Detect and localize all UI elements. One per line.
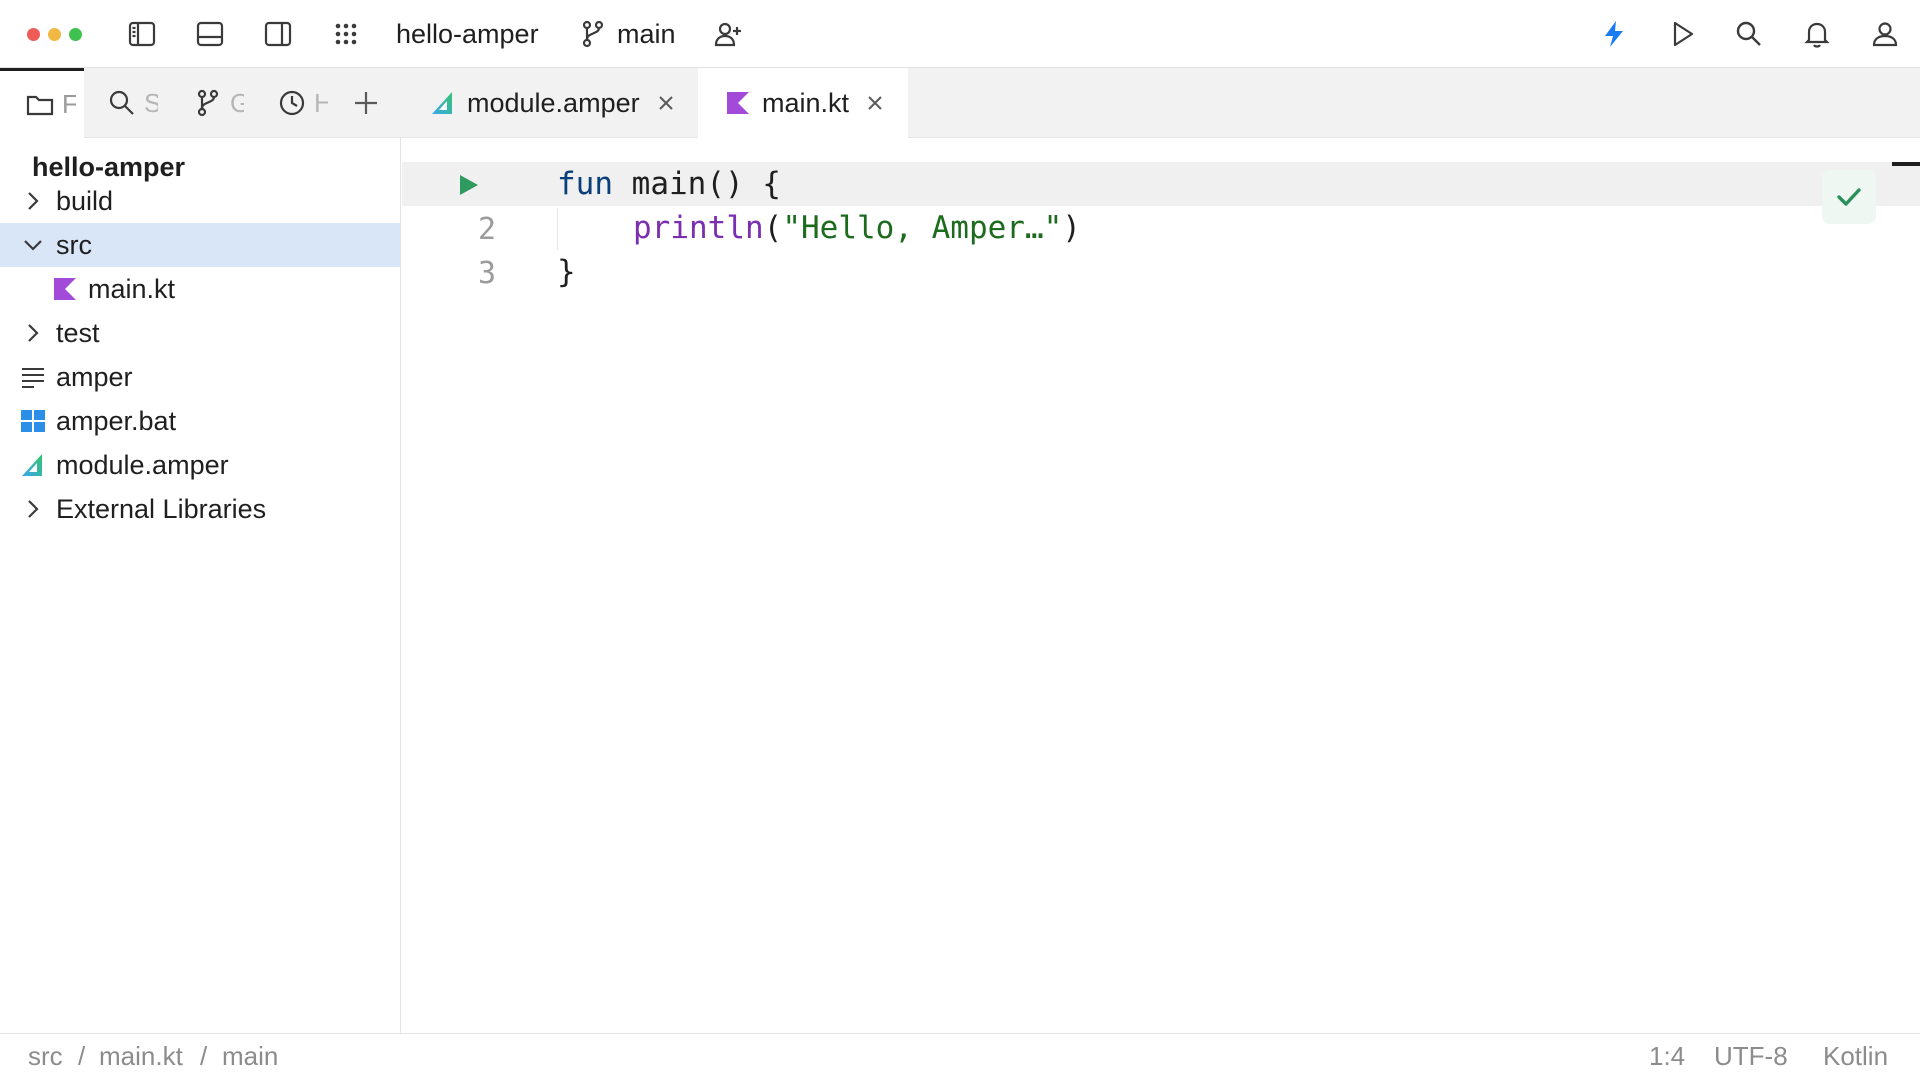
tab-label: main.kt bbox=[762, 87, 850, 118]
tree-item-external-libraries[interactable]: External Libraries bbox=[0, 487, 400, 531]
tree-item-label: External Libraries bbox=[56, 493, 267, 524]
tab-search[interactable]: S bbox=[106, 68, 166, 138]
chevron-right-icon[interactable] bbox=[18, 186, 48, 216]
code-editor[interactable]: 2 3 fun main() { println("Hello, Amper…"… bbox=[402, 138, 1920, 1033]
tab-label: module.amper bbox=[467, 87, 640, 118]
git-icon bbox=[197, 89, 219, 117]
right-panel-icon[interactable] bbox=[258, 14, 298, 54]
tab-git-label: G bbox=[230, 87, 244, 118]
file-language[interactable]: Kotlin bbox=[1823, 1041, 1888, 1072]
amper-icon bbox=[429, 89, 457, 117]
close-window-button[interactable] bbox=[27, 28, 40, 41]
tree-item-src[interactable]: src bbox=[0, 223, 400, 267]
tab-git[interactable]: G bbox=[192, 68, 252, 138]
windows-icon bbox=[18, 406, 48, 436]
editor-tabs: module.amper main.kt bbox=[401, 68, 1920, 138]
amper-icon bbox=[18, 450, 48, 480]
add-tool-tab-button[interactable] bbox=[350, 68, 390, 138]
title-bar: hello-amper main bbox=[0, 0, 1920, 68]
left-panel-icon[interactable] bbox=[122, 14, 162, 54]
code-text: } bbox=[557, 254, 576, 290]
inspection-status-button[interactable] bbox=[1822, 170, 1876, 224]
bell-icon[interactable] bbox=[1797, 14, 1837, 54]
tree-item-main-kt[interactable]: main.kt bbox=[0, 267, 400, 311]
line-number: 3 bbox=[477, 256, 496, 291]
tree-item-label: src bbox=[56, 229, 92, 260]
tab-search-label: S bbox=[144, 87, 158, 118]
code-text: ) bbox=[1062, 210, 1081, 246]
tree-item-amper-bat[interactable]: amper.bat bbox=[0, 399, 400, 443]
chevron-right-icon[interactable] bbox=[18, 494, 48, 524]
code-text: main() { bbox=[613, 166, 781, 202]
line-number: 2 bbox=[477, 212, 496, 247]
checkmark-icon bbox=[1837, 188, 1861, 206]
breadcrumb-separator: / bbox=[78, 1041, 86, 1071]
folder-icon bbox=[26, 95, 54, 115]
tool-window-tabs: F S G H bbox=[0, 68, 401, 138]
scroll-marker bbox=[1892, 162, 1920, 166]
string-literal: "Hello, Amper…" bbox=[782, 210, 1063, 246]
tree-item-module-amper[interactable]: module.amper bbox=[0, 443, 400, 487]
tree-item-label: amper.bat bbox=[56, 405, 177, 436]
minimize-window-button[interactable] bbox=[48, 28, 61, 41]
tab-main-kt[interactable]: main.kt bbox=[698, 68, 908, 138]
project-panel: hello-amper build src main.kt test amper… bbox=[0, 138, 401, 1033]
breadcrumb-src[interactable]: src bbox=[28, 1041, 63, 1072]
tree-item-label: main.kt bbox=[88, 273, 176, 304]
bottom-panel-icon[interactable] bbox=[190, 14, 230, 54]
clock-icon bbox=[279, 90, 305, 116]
zoom-window-button[interactable] bbox=[69, 28, 82, 41]
run-icon[interactable] bbox=[1662, 14, 1702, 54]
kotlin-file-icon bbox=[724, 89, 752, 117]
code-line-2[interactable]: println("Hello, Amper…") bbox=[557, 206, 1081, 250]
breadcrumb-function[interactable]: main bbox=[222, 1041, 278, 1072]
chevron-right-icon[interactable] bbox=[18, 318, 48, 348]
user-icon[interactable] bbox=[1865, 14, 1905, 54]
chevron-down-icon[interactable] bbox=[18, 230, 48, 260]
code-line-1[interactable]: fun main() { bbox=[557, 162, 781, 206]
code-text: ( bbox=[763, 210, 783, 246]
caret-position[interactable]: 1:4 bbox=[1649, 1041, 1685, 1072]
function-call: println bbox=[633, 210, 764, 246]
tab-files[interactable]: F bbox=[0, 68, 84, 138]
close-icon[interactable] bbox=[863, 91, 887, 115]
tree-item-label: amper bbox=[56, 361, 133, 392]
tab-files-label: F bbox=[62, 89, 76, 120]
add-user-icon[interactable] bbox=[708, 14, 748, 54]
tree-item-amper[interactable]: amper bbox=[0, 355, 400, 399]
tab-history-label: H bbox=[314, 87, 328, 118]
search-icon bbox=[109, 90, 134, 115]
run-gutter-icon[interactable] bbox=[454, 171, 482, 199]
breadcrumb-file[interactable]: main.kt bbox=[99, 1041, 183, 1072]
tree-item-build[interactable]: build bbox=[0, 179, 400, 223]
plus-icon bbox=[355, 92, 377, 114]
tab-history[interactable]: H bbox=[276, 68, 336, 138]
search-icon[interactable] bbox=[1729, 14, 1769, 54]
apps-grid-icon[interactable] bbox=[326, 14, 366, 54]
bolt-icon[interactable] bbox=[1594, 14, 1634, 54]
file-encoding[interactable]: UTF-8 bbox=[1714, 1041, 1788, 1072]
keyword: fun bbox=[557, 166, 613, 202]
tree-item-label: build bbox=[56, 185, 114, 216]
tree-item-test[interactable]: test bbox=[0, 311, 400, 355]
code-line-3[interactable]: } bbox=[557, 250, 576, 294]
status-bar: src / main.kt / main 1:4 UTF-8 Kotlin bbox=[0, 1033, 1920, 1080]
text-file-icon bbox=[18, 362, 48, 392]
branch-name[interactable]: main bbox=[617, 17, 676, 51]
tab-module-amper[interactable]: module.amper bbox=[401, 68, 698, 138]
kotlin-file-icon bbox=[50, 274, 80, 304]
branch-icon[interactable] bbox=[573, 14, 613, 54]
project-name[interactable]: hello-amper bbox=[396, 17, 539, 51]
close-icon[interactable] bbox=[654, 91, 678, 115]
tree-item-label: test bbox=[56, 317, 100, 348]
tree-item-label: module.amper bbox=[56, 449, 229, 480]
breadcrumb-separator: / bbox=[200, 1041, 208, 1071]
